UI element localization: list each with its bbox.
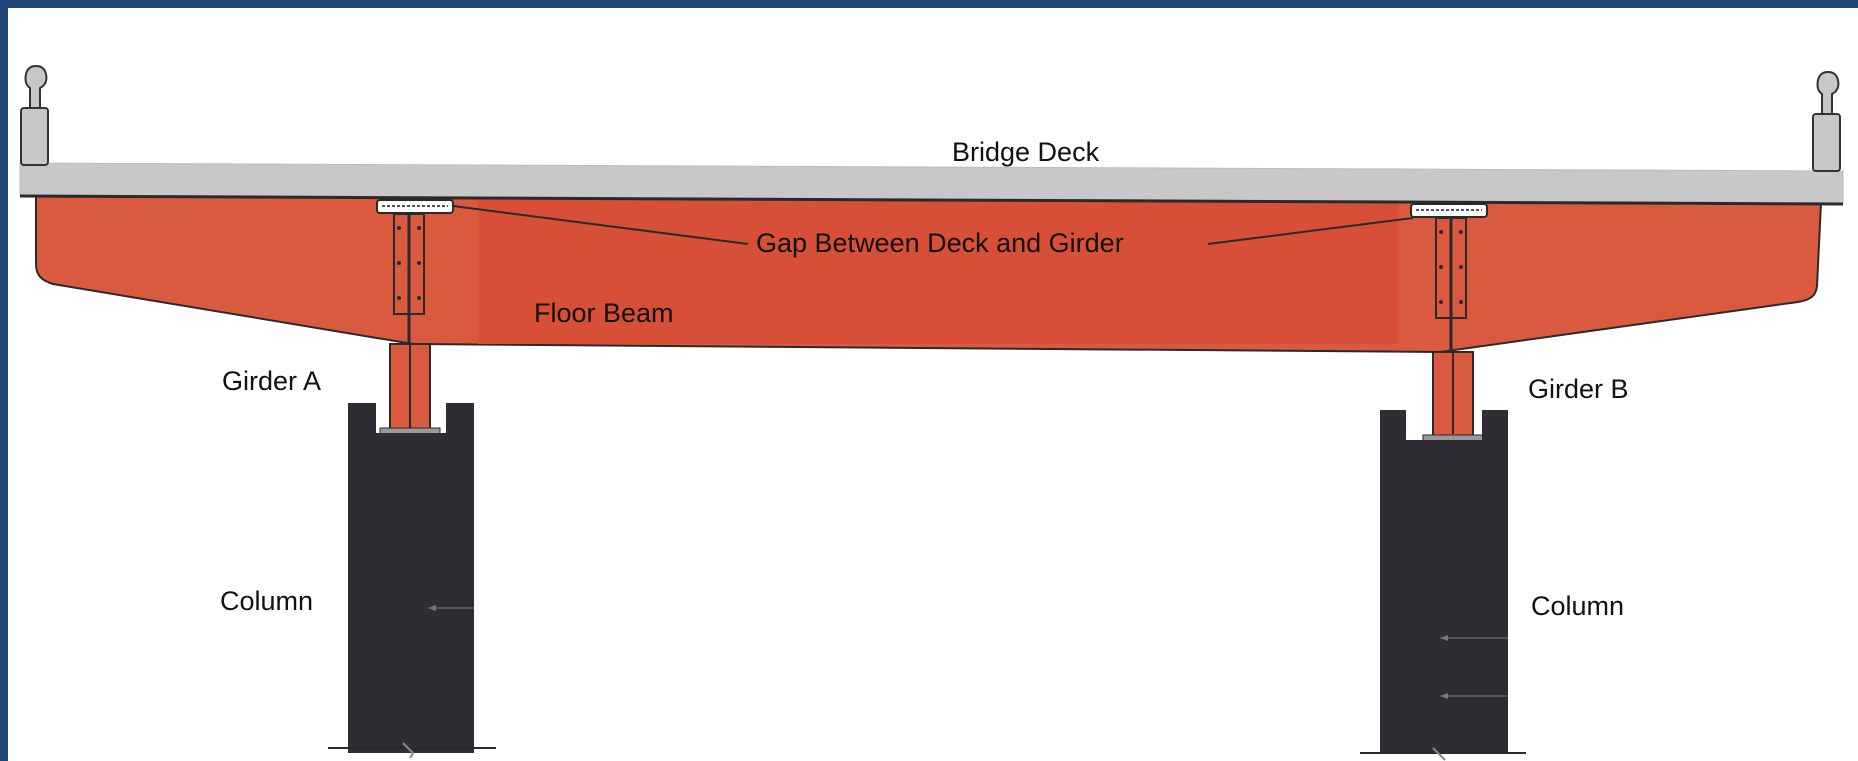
bridge-deck-label: Bridge Deck	[952, 137, 1100, 167]
girder-a-label: Girder A	[222, 366, 322, 396]
girder-b-label: Girder B	[1528, 374, 1629, 404]
right-column	[1360, 410, 1526, 761]
gap-label: Gap Between Deck and Girder	[756, 228, 1124, 258]
right-railing-post	[1812, 70, 1841, 172]
column-right-label: Column	[1531, 591, 1625, 621]
floor-beam-label: Floor Beam	[534, 298, 674, 328]
column-left-label: Column	[220, 586, 314, 616]
left-railing-post	[20, 64, 49, 166]
girder-a	[379, 343, 441, 437]
bridge-cross-section-diagram: Bridge Deck Gap Between Deck and Girder …	[8, 8, 1858, 761]
left-column	[328, 403, 496, 759]
girder-b	[1422, 351, 1484, 443]
